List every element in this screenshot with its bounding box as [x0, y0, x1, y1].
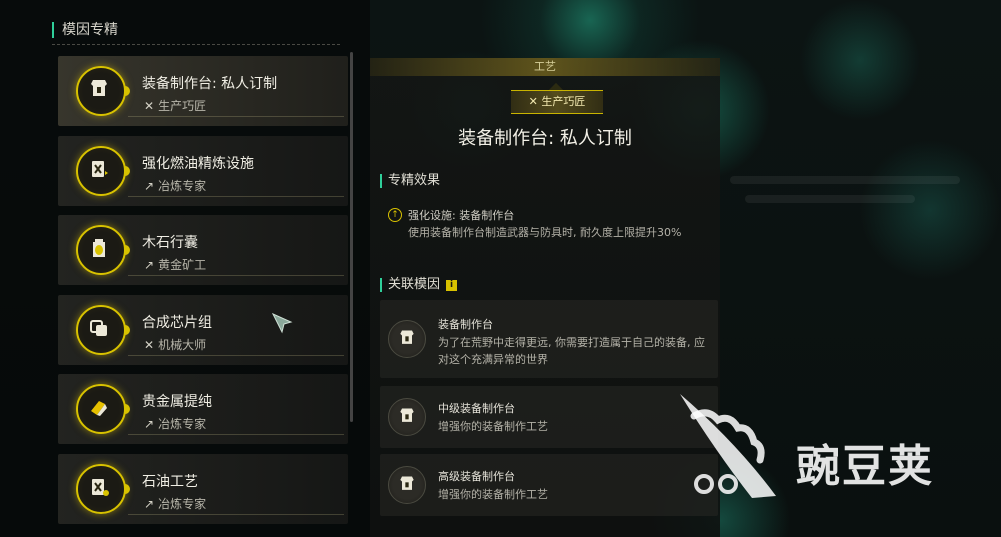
- detail-panel: 工艺 ✕ 生产巧匠 装备制作台: 私人订制 专精效果 ↑ 强化设施: 装备制作台…: [370, 58, 720, 537]
- item-tag: 机械大师: [158, 337, 207, 352]
- related-heading: 关联模因: [388, 277, 441, 292]
- list-item[interactable]: 贵金属提纯 ↗ 冶炼专家: [58, 374, 348, 444]
- pickaxe-icon: ↗: [144, 258, 155, 272]
- armor-icon: [388, 320, 426, 358]
- related-item[interactable]: 高级装备制作台 增强你的装备制作工艺: [380, 454, 718, 516]
- pickaxe-icon: ↗: [144, 417, 155, 431]
- divider: [128, 513, 344, 515]
- backpack-icon: [76, 225, 130, 275]
- ingot-icon: [76, 384, 130, 434]
- item-name: 装备制作台: 私人订制: [142, 76, 278, 92]
- tools-icon: ✕: [144, 99, 155, 113]
- tools-icon: ✕: [144, 337, 155, 352]
- item-name: 贵金属提纯: [142, 394, 212, 410]
- armor-icon: [388, 466, 426, 504]
- list-item[interactable]: 装备制作台: 私人订制 ✕ 生产巧匠: [58, 56, 348, 126]
- list-item[interactable]: 石油工艺 ↗ 冶炼专家: [58, 453, 348, 524]
- related-name: 中级装备制作台: [438, 402, 515, 415]
- watermark-text: 豌豆荚: [796, 441, 934, 492]
- related-name: 高级装备制作台: [438, 470, 515, 483]
- meme-list: 装备制作台: 私人订制 ✕ 生产巧匠 强化燃油精炼设施 ↗ 冶炼专家 木石行囊 ↗ 黄…: [58, 56, 348, 533]
- oil-icon: [76, 463, 130, 514]
- fuel-icon: [76, 145, 130, 196]
- badge-label: 生产巧匠: [541, 95, 586, 108]
- list-item[interactable]: 强化燃油精炼设施 ↗ 冶炼专家: [58, 135, 348, 206]
- list-item[interactable]: 合成芯片组 ✕ 机械大师: [58, 294, 348, 365]
- effect-title: 强化设施: 装备制作台: [408, 209, 515, 222]
- item-name: 合成芯片组: [142, 314, 212, 331]
- category-badge: ✕ 生产巧匠: [511, 90, 603, 114]
- list-scrollbar[interactable]: [350, 52, 353, 422]
- background-blur: [745, 195, 915, 203]
- background-blur: [730, 176, 960, 184]
- cursor-icon: [271, 312, 293, 334]
- item-tag: 冶炼专家: [158, 417, 207, 431]
- divider: [128, 195, 344, 197]
- effect-heading: 专精效果: [380, 174, 440, 188]
- item-tag: 黄金矿工: [158, 258, 207, 272]
- pickaxe-icon: ↗: [144, 496, 155, 511]
- effect-description: 使用装备制作台制造武器与防具时, 耐久度上限提升30%: [408, 226, 682, 239]
- related-heading-row: 关联模因 i: [380, 277, 458, 292]
- item-tag: 冶炼专家: [158, 496, 207, 511]
- divider: [128, 275, 344, 276]
- divider: [128, 354, 344, 356]
- chip-icon: [76, 304, 130, 355]
- item-tag: 冶炼专家: [158, 178, 207, 193]
- info-icon[interactable]: i: [446, 280, 458, 291]
- pickaxe-icon: ↗: [144, 178, 155, 193]
- divider: [128, 116, 344, 117]
- related-name: 装备制作台: [438, 318, 493, 331]
- related-item[interactable]: 中级装备制作台 增强你的装备制作工艺: [380, 386, 718, 448]
- category-bar: 工艺: [370, 58, 720, 76]
- related-desc: 增强你的装备制作工艺: [438, 420, 548, 433]
- related-desc: 增强你的装备制作工艺: [438, 488, 548, 501]
- tools-icon: ✕: [528, 95, 542, 108]
- list-item[interactable]: 木石行囊 ↗ 黄金矿工: [58, 215, 348, 285]
- armor-icon: [388, 398, 426, 436]
- item-tag: 生产巧匠: [158, 99, 207, 113]
- item-name: 石油工艺: [142, 473, 198, 490]
- related-desc: 为了在荒野中走得更远, 你需要打造属于自己的装备, 应对这个充满异常的世界: [438, 336, 705, 366]
- related-item[interactable]: 装备制作台 为了在荒野中走得更远, 你需要打造属于自己的装备, 应对这个充满异常…: [380, 300, 718, 378]
- section-divider: [52, 44, 340, 45]
- divider: [128, 434, 344, 435]
- upgrade-icon: ↑: [388, 208, 402, 222]
- detail-title: 装备制作台: 私人订制: [458, 128, 632, 149]
- armor-icon: [76, 66, 130, 116]
- item-name: 木石行囊: [142, 235, 198, 251]
- section-title: 模因专精: [52, 22, 118, 38]
- item-name: 强化燃油精炼设施: [142, 155, 254, 172]
